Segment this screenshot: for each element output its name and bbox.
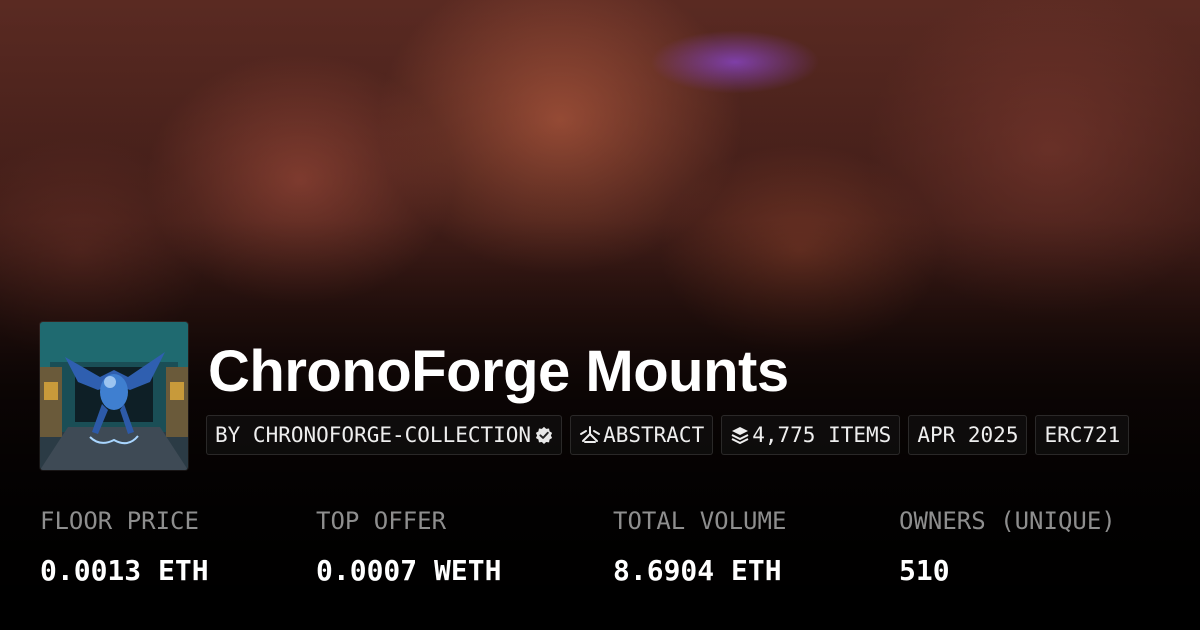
token-standard-chip: ERC721	[1035, 415, 1130, 455]
creator-name: BY CHRONOFORGE-COLLECTION	[215, 423, 532, 447]
items-chip[interactable]: 4,775 ITEMS	[721, 415, 901, 455]
stat-value: 510	[899, 554, 950, 587]
collection-avatar	[40, 322, 188, 470]
stat-total-volume: TOTAL VOLUME 8.6904 ETH	[613, 505, 786, 588]
token-standard: ERC721	[1044, 423, 1121, 447]
stat-label: TOTAL VOLUME	[613, 507, 787, 535]
items-count: 4,775 ITEMS	[752, 423, 892, 447]
stat-value: 8.6904 ETH	[613, 554, 782, 587]
abstract-chain-icon	[579, 425, 601, 445]
stat-label: TOP OFFER	[316, 507, 447, 535]
stat-value: 0.0007 WETH	[316, 554, 502, 587]
collection-info-chips: BY CHRONOFORGE-COLLECTION ABSTRACT 4,775…	[206, 415, 1130, 455]
created-date: APR 2025	[917, 423, 1019, 447]
collection-title: ChronoForge Mounts	[208, 339, 789, 404]
stat-label: FLOOR PRICE	[40, 507, 199, 535]
verified-badge-icon	[535, 426, 553, 444]
collection-card: ChronoForge Mounts BY CHRONOFORGE-COLLEC…	[0, 0, 1200, 630]
collection-stats: FLOOR PRICE 0.0013 ETH TOP OFFER 0.0007 …	[0, 505, 1200, 615]
stat-owners: OWNERS (UNIQUE) 510	[899, 505, 1116, 588]
stat-value: 0.0013 ETH	[40, 554, 209, 587]
stat-floor-price: FLOOR PRICE 0.0013 ETH	[40, 505, 209, 588]
layers-icon	[730, 425, 750, 445]
stat-label: OWNERS (UNIQUE)	[899, 507, 1116, 535]
chain-name: ABSTRACT	[603, 423, 705, 447]
stat-top-offer: TOP OFFER 0.0007 WETH	[316, 505, 501, 588]
chain-chip[interactable]: ABSTRACT	[570, 415, 714, 455]
created-date-chip: APR 2025	[908, 415, 1028, 455]
creator-chip[interactable]: BY CHRONOFORGE-COLLECTION	[206, 415, 563, 455]
